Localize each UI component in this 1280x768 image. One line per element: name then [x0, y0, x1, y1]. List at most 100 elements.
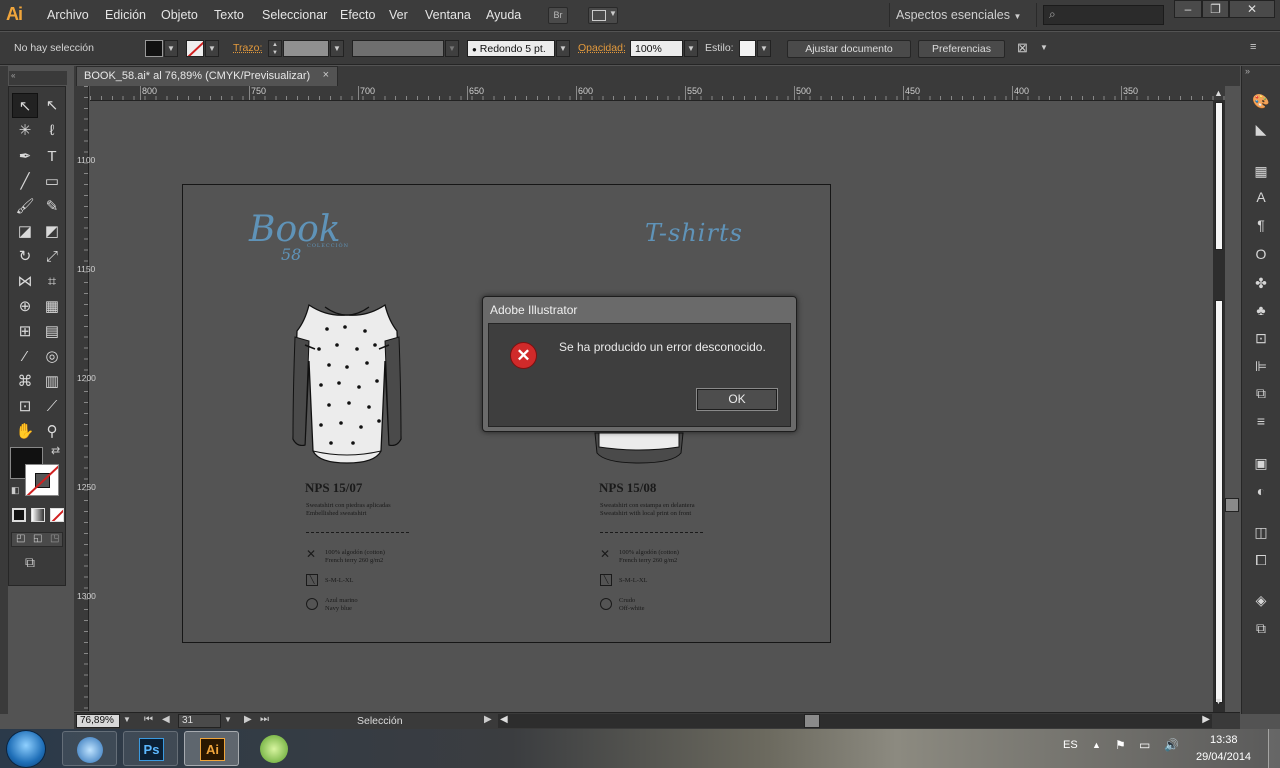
shape-builder-tool-icon[interactable]: ⊕ — [12, 294, 38, 319]
stroke-swatch[interactable] — [186, 40, 204, 57]
scale-tool-icon[interactable]: ⤢ — [39, 244, 65, 269]
blend-tool-icon[interactable]: ◎ — [39, 344, 65, 369]
slice-tool-icon[interactable]: ⟋ — [39, 394, 65, 419]
last-artboard-icon[interactable]: ⏭ — [260, 714, 269, 725]
opacity-dropdown[interactable]: ▼ — [684, 40, 698, 57]
action-center-icon[interactable]: ⚑ — [1115, 738, 1126, 752]
first-artboard-icon[interactable]: ⏮ — [144, 714, 153, 725]
menu-objeto[interactable]: Objeto — [161, 8, 198, 22]
taskbar-illustrator[interactable]: Ai — [184, 731, 239, 766]
stroke-panel-icon[interactable]: ≡ — [1250, 410, 1272, 432]
zoom-dropdown-icon[interactable]: ▼ — [123, 715, 131, 724]
width-tool-icon[interactable]: ⋈ — [12, 269, 38, 294]
hand-tool-icon[interactable]: ✋ — [12, 419, 38, 444]
artboard-dropdown-icon[interactable]: ▼ — [224, 715, 232, 724]
menu-ver[interactable]: Ver — [389, 8, 408, 22]
transparency-panel-icon[interactable]: ◐ — [1250, 480, 1272, 502]
toolbox-collapse-icon[interactable]: « — [9, 71, 67, 85]
close-window-button[interactable]: ✕ — [1229, 0, 1275, 18]
tab-document[interactable]: BOOK_58.ai* al 76,89% (CMYK/Previsualiza… — [76, 66, 338, 87]
workspace-switcher[interactable]: Aspectos esenciales ▼ — [896, 8, 1021, 22]
panel-menu-icon[interactable]: ≡ — [1250, 41, 1256, 53]
volume-icon[interactable]: 🔊 — [1164, 738, 1179, 752]
draw-normal-icon[interactable]: ◰ — [16, 533, 25, 544]
column-graph-tool-icon[interactable]: ▥ — [39, 369, 65, 394]
brush-definition[interactable]: ● Redondo 5 pt. — [467, 40, 555, 57]
blob-brush-tool-icon[interactable]: ◪ — [12, 219, 38, 244]
swatches-panel-icon[interactable]: ▦ — [1250, 160, 1272, 182]
vertical-ruler[interactable]: 1100 1150 1200 1250 1300 — [74, 86, 96, 711]
taskbar-photoshop[interactable]: Ps — [123, 731, 178, 766]
artboard-number-field[interactable]: 31 — [178, 714, 221, 728]
artboards-panel-icon[interactable]: ⧉ — [1250, 617, 1272, 639]
menu-efecto[interactable]: Efecto — [340, 8, 375, 22]
pathfinder-panel-icon[interactable]: ⧉ — [1250, 382, 1272, 404]
fit-document-button[interactable]: Ajustar documento — [787, 40, 911, 58]
stroke-label[interactable]: Trazo: — [233, 42, 262, 54]
gradient-panel-icon[interactable]: ▣ — [1250, 452, 1272, 474]
maximize-button[interactable]: ❐ — [1202, 0, 1229, 18]
mesh-tool-icon[interactable]: ⊞ — [12, 319, 38, 344]
swap-colors-icon[interactable]: ⇄ — [51, 444, 60, 457]
variable-width-profile[interactable] — [352, 40, 444, 57]
eraser-tool-icon[interactable]: ◩ — [39, 219, 65, 244]
preferences-button[interactable]: Preferencias — [918, 40, 1005, 58]
opentype-panel-icon[interactable]: O — [1250, 243, 1272, 265]
pen-tool-icon[interactable]: ✒ — [12, 144, 38, 169]
vertical-scrollbar[interactable]: ▲ ▼ — [1213, 88, 1225, 712]
start-button[interactable] — [6, 730, 46, 768]
artboard-tool-icon[interactable]: ⊡ — [12, 394, 38, 419]
prev-artboard-icon[interactable]: ◀ — [162, 714, 170, 725]
opacity-field[interactable]: 100% — [630, 40, 683, 57]
scroll-right-icon[interactable]: ▶ — [1202, 714, 1210, 725]
stroke-color-swatch[interactable] — [25, 464, 59, 496]
selection-tool-icon[interactable]: ↖ — [12, 93, 38, 118]
symbols-panel-icon[interactable]: ♣ — [1250, 299, 1272, 321]
taskbar-thunderbird[interactable] — [62, 731, 117, 766]
character-panel-icon[interactable]: A — [1250, 186, 1272, 208]
fill-dropdown[interactable]: ▼ — [164, 40, 178, 57]
status-menu-icon[interactable]: ▶ — [484, 714, 492, 725]
scroll-thumb[interactable] — [804, 714, 820, 728]
gradient-tool-icon[interactable]: ▤ — [39, 319, 65, 344]
stroke-weight-dropdown[interactable]: ▼ — [330, 40, 344, 57]
fill-swatch[interactable] — [145, 40, 163, 57]
zoom-field[interactable]: 76,89% — [76, 714, 120, 728]
scroll-handle[interactable] — [1225, 498, 1239, 512]
opacity-label[interactable]: Opacidad: — [578, 42, 626, 54]
rotate-tool-icon[interactable]: ↻ — [12, 244, 38, 269]
transform-panel-icon[interactable]: ⊡ — [1250, 327, 1272, 349]
chevron-down-icon[interactable]: ▼ — [1040, 43, 1048, 52]
perspective-grid-tool-icon[interactable]: ▦ — [39, 294, 65, 319]
taskbar-corel[interactable] — [245, 731, 300, 766]
draw-behind-icon[interactable]: ◱ — [33, 533, 42, 544]
horizontal-ruler[interactable]: 800 750 700 650 600 550 500 450 400 350 — [90, 86, 1225, 101]
color-panel-icon[interactable]: 🎨 — [1250, 90, 1272, 112]
minimize-button[interactable]: – — [1174, 0, 1202, 18]
screen-mode-icon[interactable]: ⧉ — [25, 554, 35, 571]
horizontal-scrollbar[interactable]: ◀ ▶ — [498, 714, 1212, 728]
none-mode-icon[interactable] — [50, 508, 64, 522]
symbol-sprayer-tool-icon[interactable]: ⌘ — [12, 369, 38, 394]
menu-ventana[interactable]: Ventana — [425, 8, 471, 22]
eyedropper-tool-icon[interactable]: ⁄ — [12, 344, 38, 369]
scroll-down-icon[interactable]: ▼ — [1214, 696, 1223, 706]
scroll-left-icon[interactable]: ◀ — [500, 714, 508, 725]
clock-time[interactable]: 13:38 — [1210, 734, 1238, 746]
align-options-icon[interactable]: ⊠ — [1017, 40, 1028, 56]
color-guide-icon[interactable]: ◣ — [1250, 118, 1272, 140]
pencil-tool-icon[interactable]: ✎ — [39, 194, 65, 219]
paintbrush-tool-icon[interactable]: 🖌 — [12, 194, 38, 219]
align-panel-icon[interactable]: ⊫ — [1250, 355, 1272, 377]
arrange-documents-button[interactable]: ▼ — [588, 7, 618, 24]
menu-edicion[interactable]: Edición — [105, 8, 146, 22]
default-colors-icon[interactable]: ◧ — [11, 485, 20, 496]
graphic-style-swatch[interactable] — [739, 40, 756, 57]
language-indicator[interactable]: ES — [1063, 739, 1078, 751]
close-tab-icon[interactable]: × — [323, 69, 329, 81]
paragraph-panel-icon[interactable]: ¶ — [1250, 214, 1272, 236]
profile-dropdown[interactable]: ▼ — [445, 40, 459, 57]
brushes-panel-icon[interactable]: ✤ — [1250, 272, 1272, 294]
tray-expand-icon[interactable]: ▲ — [1092, 740, 1101, 750]
appearance-panel-icon[interactable]: ◫ — [1250, 521, 1272, 543]
